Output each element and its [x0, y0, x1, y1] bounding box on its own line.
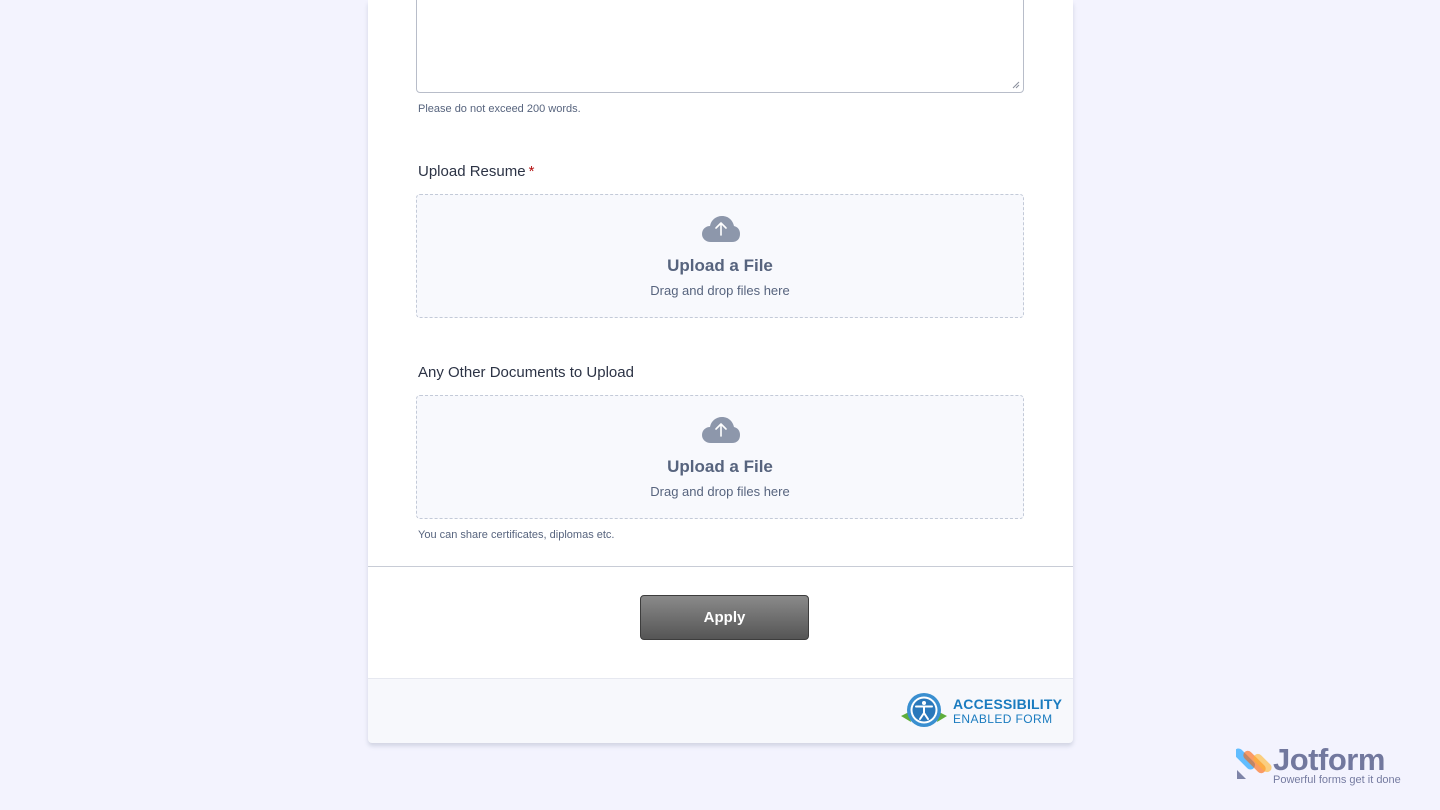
form-card: Please do not exceed 200 words. Upload R…: [368, 0, 1073, 743]
other-docs-hint: You can share certificates, diplomas etc…: [418, 529, 615, 541]
form-footer: ACCESSIBILITY ENABLED FORM: [368, 678, 1073, 743]
textarea-hint: Please do not exceed 200 words.: [418, 103, 581, 115]
other-docs-upload-dropzone[interactable]: Upload a File Drag and drop files here: [416, 395, 1024, 519]
cover-letter-textarea[interactable]: [416, 0, 1024, 93]
apply-button[interactable]: Apply: [640, 595, 809, 640]
resume-label-text: Upload Resume: [418, 163, 526, 180]
accessibility-line1: ACCESSIBILITY: [953, 696, 1063, 712]
jotform-logo-icon[interactable]: [1236, 744, 1276, 780]
resume-label: Upload Resume *: [418, 163, 534, 180]
required-asterisk: *: [528, 163, 535, 180]
cloud-upload-icon: [702, 216, 740, 242]
upload-title: Upload a File: [667, 457, 773, 476]
accessibility-badge-icon[interactable]: [899, 692, 949, 732]
upload-subtitle: Drag and drop files here: [650, 484, 790, 499]
jotform-brand-name[interactable]: Jotform: [1273, 742, 1385, 778]
other-docs-label: Any Other Documents to Upload: [418, 364, 634, 381]
cloud-upload-icon: [702, 417, 740, 443]
submit-divider: [368, 566, 1073, 567]
resume-upload-dropzone[interactable]: Upload a File Drag and drop files here: [416, 194, 1024, 318]
upload-title: Upload a File: [667, 256, 773, 275]
resize-grip-icon[interactable]: [1012, 81, 1020, 89]
upload-subtitle: Drag and drop files here: [650, 283, 790, 298]
accessibility-line2: ENABLED FORM: [953, 712, 1053, 726]
jotform-tagline: Powerful forms get it done: [1273, 774, 1401, 786]
